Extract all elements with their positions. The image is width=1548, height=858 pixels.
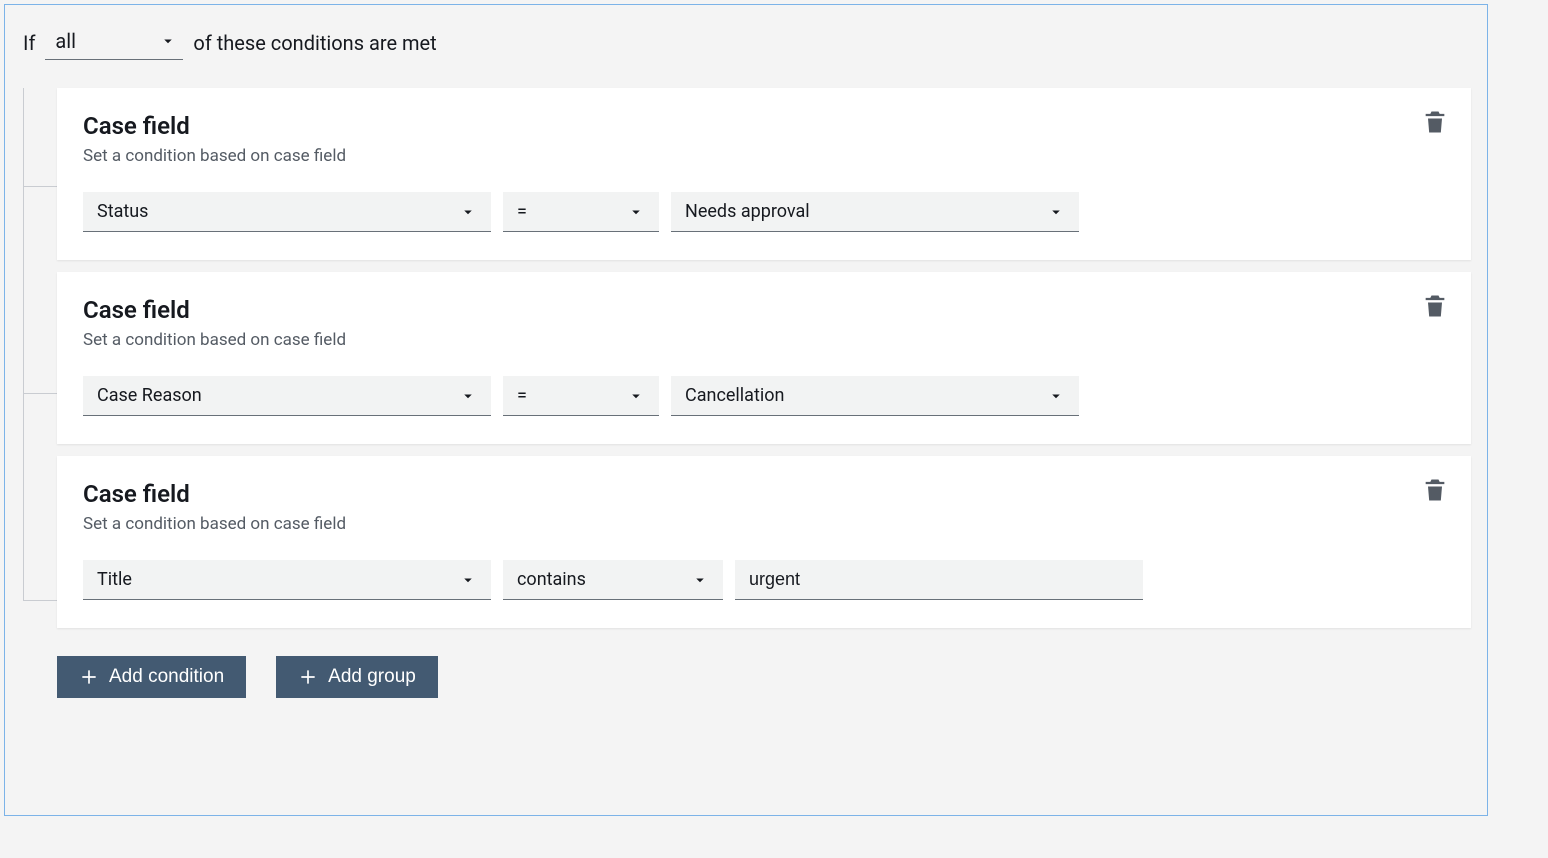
trash-icon — [1421, 108, 1449, 136]
condition-title: Case field — [83, 112, 1445, 140]
match-mode-select[interactable]: all — [45, 25, 183, 60]
field-select-value: Status — [97, 201, 148, 222]
chevron-down-icon — [691, 571, 709, 589]
operator-select[interactable]: contains — [503, 560, 723, 600]
condition-card: Case field Set a condition based on case… — [57, 272, 1471, 444]
condition-card: Case field Set a condition based on case… — [57, 456, 1471, 628]
operator-select-value: contains — [517, 569, 586, 590]
plus-icon — [298, 667, 318, 687]
add-group-button[interactable]: Add group — [276, 656, 438, 698]
condition-selectors: Title contains — [83, 560, 1445, 600]
condition-subtitle: Set a condition based on case field — [83, 514, 1445, 534]
field-select[interactable]: Title — [83, 560, 491, 600]
chevron-down-icon — [159, 32, 177, 50]
field-select[interactable]: Case Reason — [83, 376, 491, 416]
condition-title: Case field — [83, 296, 1445, 324]
condition-subtitle: Set a condition based on case field — [83, 146, 1445, 166]
tree-line — [23, 88, 24, 186]
tree-line — [23, 393, 57, 394]
add-condition-label: Add condition — [109, 666, 224, 688]
tree-line — [23, 393, 24, 600]
conditions-header: If all of these conditions are met — [23, 25, 1471, 60]
conditions-list: Case field Set a condition based on case… — [21, 88, 1471, 628]
trash-icon — [1421, 476, 1449, 504]
condition-selectors: Case Reason = Cancellation — [83, 376, 1445, 416]
operator-select[interactable]: = — [503, 376, 659, 416]
tree-line — [23, 186, 57, 187]
actions-row: Add condition Add group — [57, 656, 1471, 698]
chevron-down-icon — [627, 387, 645, 405]
condition-card: Case field Set a condition based on case… — [57, 88, 1471, 260]
chevron-down-icon — [459, 203, 477, 221]
value-select[interactable]: Cancellation — [671, 376, 1079, 416]
chevron-down-icon — [1047, 387, 1065, 405]
operator-select-value: = — [517, 385, 527, 406]
header-prefix: If — [23, 31, 35, 55]
field-select[interactable]: Status — [83, 192, 491, 232]
tree-line — [23, 600, 57, 601]
add-condition-button[interactable]: Add condition — [57, 656, 246, 698]
delete-condition-button[interactable] — [1421, 292, 1449, 320]
value-select-value: Cancellation — [685, 385, 784, 406]
header-suffix: of these conditions are met — [193, 31, 436, 55]
delete-condition-button[interactable] — [1421, 476, 1449, 504]
match-mode-value: all — [55, 29, 76, 53]
condition-subtitle: Set a condition based on case field — [83, 330, 1445, 350]
condition-selectors: Status = Needs approval — [83, 192, 1445, 232]
field-select-value: Title — [97, 569, 132, 590]
add-group-label: Add group — [328, 666, 416, 688]
conditions-panel: If all of these conditions are met Case … — [4, 4, 1488, 816]
plus-icon — [79, 667, 99, 687]
value-select-value: Needs approval — [685, 201, 810, 222]
value-input[interactable] — [735, 560, 1143, 600]
tree-line — [23, 186, 24, 393]
delete-condition-button[interactable] — [1421, 108, 1449, 136]
chevron-down-icon — [1047, 203, 1065, 221]
trash-icon — [1421, 292, 1449, 320]
value-select[interactable]: Needs approval — [671, 192, 1079, 232]
chevron-down-icon — [459, 571, 477, 589]
condition-title: Case field — [83, 480, 1445, 508]
chevron-down-icon — [627, 203, 645, 221]
operator-select[interactable]: = — [503, 192, 659, 232]
field-select-value: Case Reason — [97, 385, 202, 406]
operator-select-value: = — [517, 201, 527, 222]
chevron-down-icon — [459, 387, 477, 405]
